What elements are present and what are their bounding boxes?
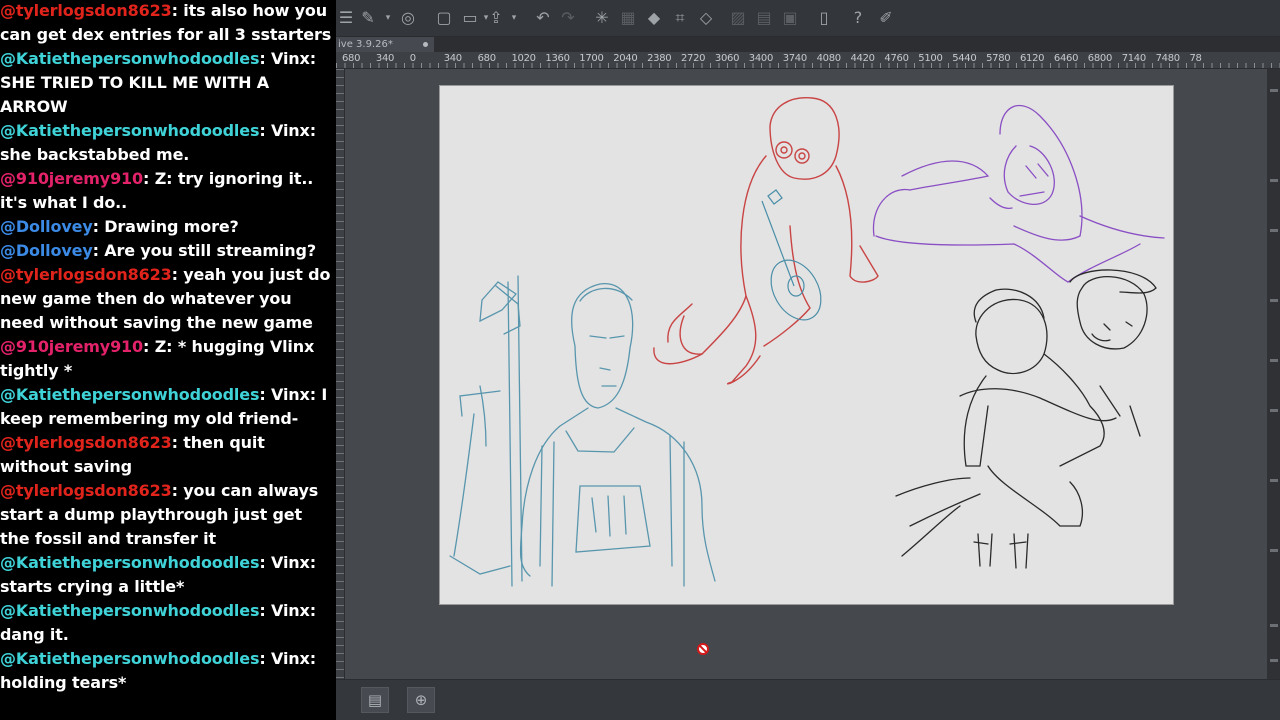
chat-message: @Katiethepersonwhodoodles: Vinx: dang it… bbox=[0, 599, 336, 647]
crop-icon[interactable]: ⌗ bbox=[670, 8, 690, 28]
export-icon[interactable]: ⇪ bbox=[486, 8, 506, 28]
transform-grid-icon[interactable]: ◇ bbox=[696, 8, 716, 28]
chat-username: @tylerlogsdon8623 bbox=[0, 265, 172, 284]
chat-text: : Are you still streaming? bbox=[92, 241, 316, 260]
chat-message: @Katiethepersonwhodoodles: Vinx: SHE TRI… bbox=[0, 47, 336, 119]
chat-username: @tylerlogsdon8623 bbox=[0, 1, 172, 20]
new-layer-icon[interactable]: ▢ bbox=[434, 8, 454, 28]
chat-username: @Dollovey bbox=[0, 241, 93, 260]
loading-spinner-icon[interactable]: ✳ bbox=[592, 8, 612, 28]
canvas-workspace[interactable] bbox=[345, 69, 1267, 679]
chat-message: @Katiethepersonwhodoodles: Vinx: starts … bbox=[0, 551, 336, 599]
command-bar: ☰ ✎ ▾ ◎ ▢ ▭ ▾ ⇪ ▾ ↶ ↷ ✳ ▦ ◆ ⌗ ◇ ▨ ▤ ▣ ▯ … bbox=[336, 0, 1280, 37]
ruler-icon[interactable]: ▤ bbox=[754, 8, 774, 28]
chat-username: @Dollovey bbox=[0, 217, 93, 236]
clip-studio-window: ☰ ✎ ▾ ◎ ▢ ▭ ▾ ⇪ ▾ ↶ ↷ ✳ ▦ ◆ ⌗ ◇ ▨ ▤ ▣ ▯ … bbox=[336, 0, 1280, 720]
sketch-artwork bbox=[449, 97, 1165, 587]
right-panel-edge bbox=[1267, 69, 1280, 720]
navigator-icon[interactable]: ⊕ bbox=[407, 687, 435, 713]
chat-username: @Katiethepersonwhodoodles bbox=[0, 601, 260, 620]
undo-icon[interactable]: ↶ bbox=[533, 8, 553, 28]
redo-icon[interactable]: ↷ bbox=[558, 8, 578, 28]
document-tab-strip: ive 3.9.26* bbox=[336, 37, 1280, 52]
chat-message: @tylerlogsdon8623: you can always start … bbox=[0, 479, 336, 551]
bottom-toolbar: ▤ ⊕ bbox=[336, 679, 1280, 720]
blue-soldier-sketch bbox=[449, 275, 716, 587]
chat-text: : Drawing more? bbox=[92, 217, 239, 236]
document-tab[interactable]: ive 3.9.26* bbox=[336, 37, 434, 52]
chat-username: @tylerlogsdon8623 bbox=[0, 433, 172, 452]
chat-username: @Katiethepersonwhodoodles bbox=[0, 649, 260, 668]
chat-message: @Dollovey: Drawing more? bbox=[0, 215, 336, 239]
chat-message: @910jeremy910: Z: try ignoring it.. it's… bbox=[0, 167, 336, 215]
transform-icon[interactable]: ✎ bbox=[358, 8, 378, 28]
purple-lying-sketch bbox=[872, 104, 1165, 283]
document-tab-label: ive 3.9.26* bbox=[338, 39, 393, 50]
drawing-canvas[interactable] bbox=[439, 85, 1174, 605]
frame-icon[interactable]: ▣ bbox=[780, 8, 800, 28]
pen-settings-icon[interactable]: ✐ bbox=[876, 8, 896, 28]
chevron-down-icon[interactable]: ▾ bbox=[504, 8, 524, 28]
spiral-icon[interactable]: ◎ bbox=[398, 8, 418, 28]
blue-guitar-sketch bbox=[761, 189, 822, 321]
chat-message: @Dollovey: Are you still streaming? bbox=[0, 239, 336, 263]
fill-icon[interactable]: ◆ bbox=[644, 8, 664, 28]
chat-username: @Katiethepersonwhodoodles bbox=[0, 385, 260, 404]
chat-message: @Katiethepersonwhodoodles: Vinx: she bac… bbox=[0, 119, 336, 167]
chat-message: @910jeremy910: Z: * hugging Vlinx tightl… bbox=[0, 335, 336, 383]
menu-icon[interactable]: ☰ bbox=[336, 8, 356, 28]
black-couple-sketch bbox=[895, 269, 1157, 569]
ruler-ticks bbox=[336, 63, 1280, 68]
unsaved-dot-icon[interactable] bbox=[423, 42, 428, 47]
chat-username: @tylerlogsdon8623 bbox=[0, 481, 172, 500]
device-icon[interactable]: ▯ bbox=[814, 8, 834, 28]
horizontal-ruler: 680 340 0 340 680 1020 1360 1700 2040 2380 2720 306… bbox=[336, 52, 1280, 69]
chat-username: @Katiethepersonwhodoodles bbox=[0, 553, 260, 572]
panel-toggle-icon[interactable]: ▤ bbox=[361, 687, 389, 713]
chat-message: @tylerlogsdon8623: then quit without sav… bbox=[0, 431, 336, 479]
hatch-icon[interactable]: ▨ bbox=[728, 8, 748, 28]
stream-chat-panel: @tylerlogsdon8623: its also how you can … bbox=[0, 0, 336, 720]
red-hooded-sketch bbox=[653, 97, 879, 385]
chevron-down-icon[interactable]: ▾ bbox=[378, 8, 398, 28]
chat-username: @910jeremy910 bbox=[0, 169, 144, 188]
chat-message: @tylerlogsdon8623: yeah you just do new … bbox=[0, 263, 336, 335]
vertical-ruler bbox=[336, 69, 345, 679]
chat-username: @Katiethepersonwhodoodles bbox=[0, 121, 260, 140]
cursor-indicator-icon bbox=[697, 643, 709, 655]
chat-username: @Katiethepersonwhodoodles bbox=[0, 49, 260, 68]
select-icon[interactable]: ▦ bbox=[618, 8, 638, 28]
chat-message: @Katiethepersonwhodoodles: Vinx: I keep … bbox=[0, 383, 336, 431]
chat-message: @tylerlogsdon8623: its also how you can … bbox=[0, 0, 336, 47]
chat-message-list: @tylerlogsdon8623: its also how you can … bbox=[0, 0, 336, 695]
chat-username: @910jeremy910 bbox=[0, 337, 144, 356]
chat-message: @Katiethepersonwhodoodles: Vinx: holding… bbox=[0, 647, 336, 695]
help-icon[interactable]: ? bbox=[848, 8, 868, 28]
